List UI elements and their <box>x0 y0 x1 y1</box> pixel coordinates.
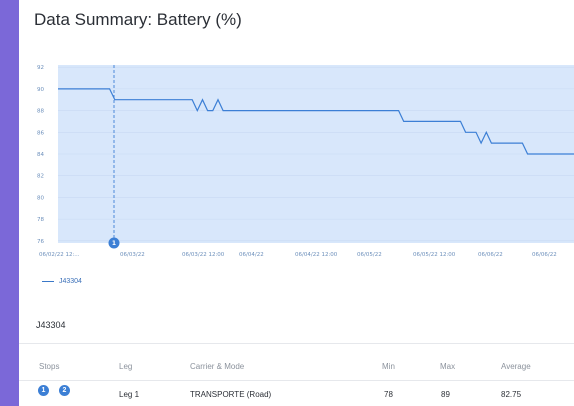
max-cell: 89 <box>441 390 450 399</box>
header-stops: Stops <box>39 362 60 371</box>
data-summary-panel: Data Summary: Battery (%) 92 90 88 86 84 82 80… <box>19 0 574 406</box>
legend-swatch <box>42 280 54 282</box>
stop-badge-2[interactable]: 2 <box>59 385 70 396</box>
page-title: Data Summary: Battery (%) <box>34 10 242 29</box>
stop-marker-label: 1 <box>112 240 116 247</box>
y-tick-label: 92 <box>37 65 44 71</box>
x-tick-label: 06/03/22 <box>120 252 145 258</box>
table-row[interactable]: 1 2 Leg 1 TRANSPORTE (Road) 78 89 82.75 <box>19 380 574 406</box>
y-tick-label: 80 <box>37 195 44 201</box>
y-tick-label: 90 <box>37 87 44 93</box>
stop-badge-1[interactable]: 1 <box>38 385 49 396</box>
y-tick-label: 84 <box>37 152 44 158</box>
table-header: Stops Leg Carrier & Mode Min Max Average <box>19 343 574 381</box>
legend-label: J43304 <box>58 278 82 285</box>
y-tick-label: 86 <box>37 130 44 136</box>
x-tick-label: 06/03/22 12:00 <box>182 252 225 258</box>
x-tick-label: 06/04/22 12:00 <box>295 252 338 258</box>
leg-cell: Leg 1 <box>119 390 140 399</box>
table-title: J43304 <box>36 320 66 330</box>
x-tick-label: 06/06/22 <box>532 252 557 258</box>
y-tick-label: 76 <box>37 239 44 245</box>
chart-legend[interactable]: J43304 <box>42 278 82 285</box>
carrier-cell: TRANSPORTE (Road) <box>190 390 272 399</box>
x-tick-label: 06/05/22 <box>357 252 382 258</box>
header-max: Max <box>440 362 456 371</box>
battery-line-chart: 92 90 88 86 84 82 80 78 76 06/02/22 12:... 06/03/2… <box>37 65 574 258</box>
header-min: Min <box>382 362 395 371</box>
header-average: Average <box>501 362 531 371</box>
header-leg: Leg <box>119 362 133 371</box>
min-cell: 78 <box>384 390 393 399</box>
y-tick-label: 78 <box>37 217 44 223</box>
header-carrier: Carrier & Mode <box>190 362 245 371</box>
y-tick-label: 82 <box>37 174 44 180</box>
x-tick-label: 06/05/22 12:00 <box>413 252 456 258</box>
x-tick-label: 06/04/22 <box>239 252 264 258</box>
x-tick-label: 06/06/22 <box>478 252 503 258</box>
x-tick-label: 06/02/22 12:... <box>39 252 80 258</box>
y-tick-label: 88 <box>37 109 44 115</box>
average-cell: 82.75 <box>501 390 522 399</box>
